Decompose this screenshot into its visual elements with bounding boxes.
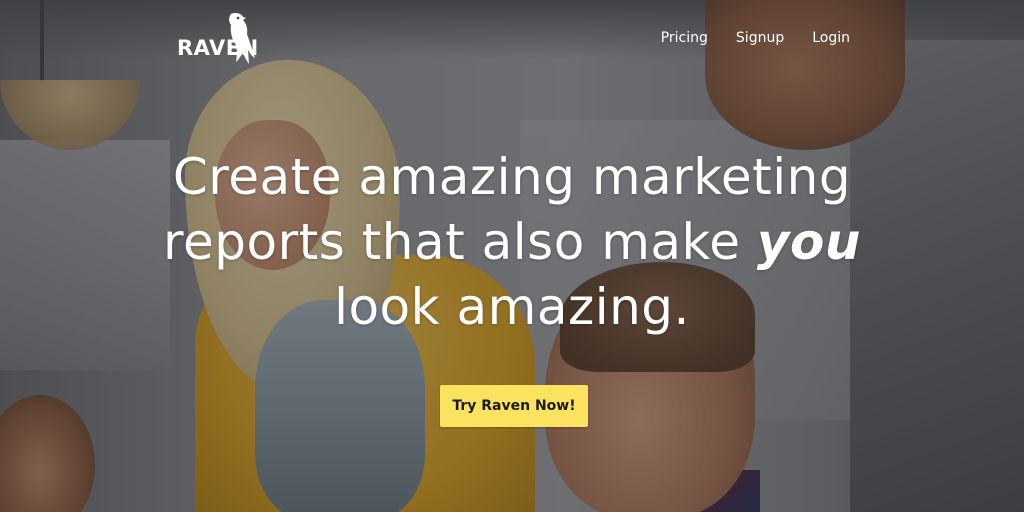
nav-link-login[interactable]: Login [812,29,850,47]
try-raven-button[interactable]: Try Raven Now! [440,385,588,427]
nav-link-pricing[interactable]: Pricing [661,29,708,47]
top-nav: Pricing Signup Login [661,29,850,47]
raven-bird-icon [229,13,255,64]
hero-headline: Create amazing marketing reports that al… [140,145,884,340]
headline-line-2-text: reports that also make [163,213,741,271]
raven-logo[interactable]: RAVEN [177,12,259,68]
headline-line-3: look amazing. [334,278,690,336]
headline-line-2: reports that also make you [140,210,884,275]
headline-line-1: Create amazing marketing [172,148,852,206]
hero-section: RAVEN Pricing Signup Login Create amazin… [0,0,1024,512]
headline-emphasis: you [756,213,861,271]
nav-link-signup[interactable]: Signup [736,29,784,47]
